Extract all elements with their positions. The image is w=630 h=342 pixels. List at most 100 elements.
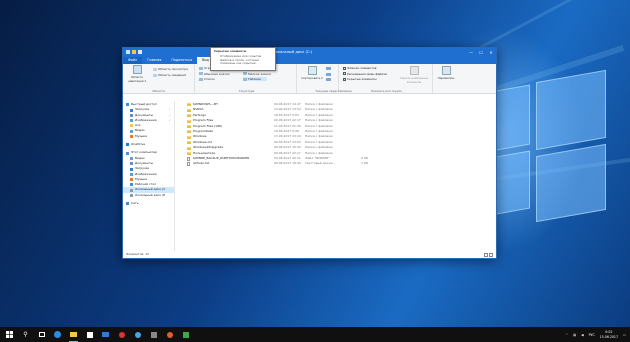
- sort-by-button[interactable]: Сортировать ▾: [301, 66, 323, 80]
- store-icon: [86, 331, 93, 338]
- item-count: Элементов: 12: [126, 252, 150, 256]
- folder-icon: [187, 119, 191, 123]
- file-explorer-window: Средства работы с дисками Локальный диск…: [122, 47, 497, 259]
- nav-item[interactable]: Сеть: [123, 201, 174, 206]
- nav-item-icon: [126, 103, 129, 107]
- nav-item[interactable]: Локальный диск (E: [123, 193, 174, 198]
- navigation-pane: Быстрый доступ Загрузки ✓ Документы ✓ Изображ…: [123, 101, 175, 251]
- tab-home[interactable]: Главная: [142, 57, 166, 64]
- app-button[interactable]: [164, 329, 175, 340]
- nav-item-icon: [130, 119, 133, 123]
- checkbox-label: Флажки элементов: [347, 66, 377, 70]
- nav-item-icon: [130, 162, 133, 166]
- close-button[interactable]: ✕: [486, 48, 496, 57]
- language-indicator[interactable]: РУС: [589, 333, 595, 337]
- clock[interactable]: 0:02 15.06.2017: [600, 330, 618, 338]
- layout-label: Мелкие значки: [248, 71, 271, 76]
- nav-item-label: Музыка: [135, 133, 147, 138]
- nav-item-label: Локальный диск (E: [135, 192, 166, 197]
- file-icon: [187, 162, 190, 167]
- layout-medium-icons[interactable]: Обычные значки: [199, 72, 229, 76]
- app-button[interactable]: [116, 329, 127, 340]
- layout-list[interactable]: Список: [199, 77, 215, 81]
- checkbox-hidden-items[interactable]: Скрытые элементы: [343, 77, 377, 81]
- new-folder-icon[interactable]: [132, 50, 136, 54]
- ribbon-group-panes: Область навигации ▾ Область просмотра Об…: [123, 64, 195, 94]
- details-view-icon[interactable]: [484, 252, 488, 257]
- file-row[interactable]: AVScan.txt 09.06.2017 18:44 Текстовый доку…: [175, 161, 496, 167]
- ribbon-tabs: Файл Главная Поделиться Вид Управление: [123, 57, 496, 64]
- group-by-icon[interactable]: [326, 67, 331, 70]
- customize-toolbar-icon[interactable]: [138, 50, 142, 54]
- folder-icon: [187, 108, 191, 112]
- item-checkboxes-checkbox[interactable]: [343, 66, 346, 70]
- nav-item-icon: [130, 129, 133, 133]
- edge-button[interactable]: [52, 329, 63, 340]
- title-bar: Средства работы с дисками Локальный диск…: [123, 48, 496, 57]
- nav-item-label: Видео: [135, 128, 145, 133]
- nav-item-label: Документы: [135, 112, 153, 117]
- app-button[interactable]: [180, 329, 191, 340]
- nav-item-icon: [130, 135, 133, 139]
- details-pane-icon: [153, 73, 157, 77]
- hidden-items-checkbox[interactable]: [343, 77, 347, 81]
- sort-icon: [307, 66, 317, 75]
- layout-details[interactable]: Таблица: [243, 77, 267, 81]
- nav-item-label: Изображения: [135, 117, 157, 122]
- preview-pane-button[interactable]: Область просмотра: [153, 67, 188, 71]
- nav-item[interactable]: OneDrive: [123, 142, 174, 147]
- group-name-show-hide: Показать или скрыть: [370, 89, 403, 93]
- hide-selected-button[interactable]: Скрыть выбранные элементы: [399, 66, 429, 84]
- task-view-button[interactable]: [36, 329, 47, 340]
- explorer-taskbar-button[interactable]: [68, 329, 79, 342]
- preview-pane-label: Область просмотра: [158, 67, 188, 71]
- file-list: $WINDOWS.~BT 09.06.2017 14:47 Папка с файл…: [175, 101, 496, 251]
- quick-access-toolbar: [126, 50, 142, 54]
- size-columns-icon[interactable]: [326, 78, 331, 81]
- details-pane-button[interactable]: Область сведений: [153, 73, 186, 77]
- layout-small-icons[interactable]: Мелкие значки: [243, 72, 271, 76]
- add-columns-icon[interactable]: [326, 72, 331, 76]
- file-extensions-checkbox[interactable]: [343, 72, 347, 76]
- tab-share[interactable]: Поделиться: [166, 57, 197, 64]
- properties-icon[interactable]: [126, 50, 130, 54]
- mail-button[interactable]: [100, 329, 111, 340]
- nav-item-icon: [130, 167, 133, 171]
- nav-item-icon: [130, 113, 133, 117]
- nav-pane-button[interactable]: Область навигации ▾: [125, 65, 149, 83]
- folder-icon: [70, 332, 77, 337]
- start-button[interactable]: [4, 329, 15, 340]
- app-button[interactable]: [132, 329, 143, 340]
- nav-item[interactable]: Музыка: [123, 134, 174, 139]
- minimize-button[interactable]: —: [466, 48, 476, 57]
- windows-start-icon: [6, 331, 13, 338]
- file-date: 09.06.2017 18:44: [274, 161, 301, 166]
- app-button[interactable]: [148, 329, 159, 340]
- checkbox-item-check-boxes[interactable]: Флажки элементов: [343, 66, 376, 70]
- nav-item-icon: [126, 202, 129, 206]
- app-orange-icon: [166, 331, 173, 338]
- app-blue-icon: [134, 331, 141, 338]
- notifications-icon[interactable]: ▭: [623, 333, 626, 337]
- nav-item-label: Локальный диск (C: [135, 187, 166, 192]
- checkbox-file-extensions[interactable]: Расширения имен файлов: [343, 72, 387, 76]
- search-button[interactable]: ⚲: [20, 329, 31, 340]
- ribbon-group-current-view: Сортировать ▾ Текущее представление: [299, 64, 352, 94]
- nav-item-label: Изображения: [135, 171, 157, 176]
- file-icon: [187, 156, 190, 161]
- nav-item-icon: [130, 194, 133, 198]
- ribbon-group-show-hide: Флажки элементов Расширения имен файлов …: [341, 64, 433, 94]
- store-button[interactable]: [84, 329, 95, 340]
- maximize-button[interactable]: ☐: [476, 48, 486, 57]
- nav-item-icon: [126, 151, 129, 155]
- tray-arrow-icon[interactable]: ⌃: [565, 333, 568, 337]
- folder-icon: [187, 130, 191, 134]
- tab-file[interactable]: Файл: [123, 57, 143, 64]
- list-icon: [199, 77, 203, 81]
- large-icons-view-icon[interactable]: [489, 252, 493, 257]
- options-button[interactable]: Параметры: [435, 66, 457, 80]
- volume-icon[interactable]: ◀: [581, 333, 583, 337]
- group-name-layout: Структура: [238, 89, 255, 93]
- nav-pane-icon: [132, 65, 142, 74]
- network-icon[interactable]: ▤: [573, 333, 576, 337]
